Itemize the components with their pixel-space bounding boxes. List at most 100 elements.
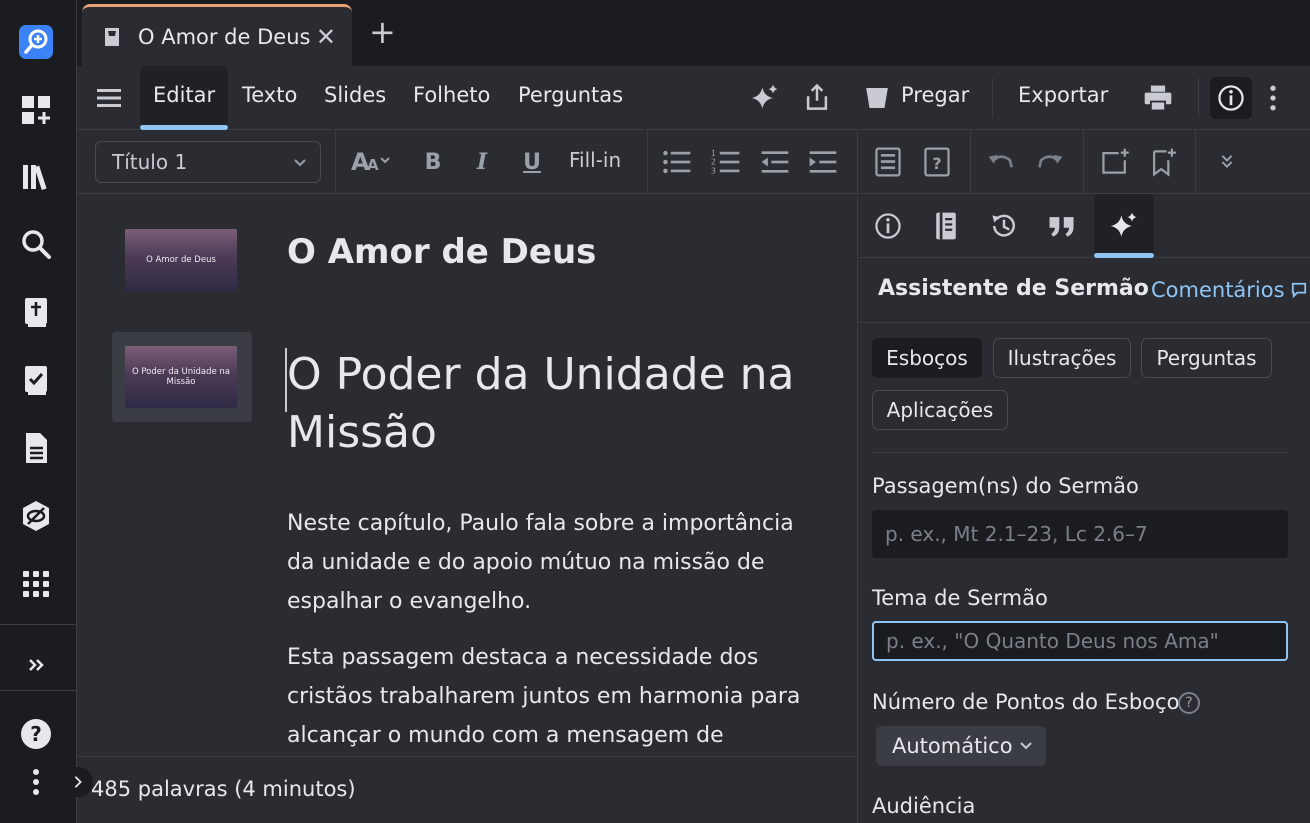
format-toolbar: Título 1 AA B I U Fill-in 123 ? — [77, 130, 1310, 194]
comment-icon — [1292, 282, 1307, 299]
chip-esbocos[interactable]: Esboços — [872, 338, 982, 378]
panel-divider — [872, 452, 1288, 453]
font-size-icon[interactable]: AA — [349, 144, 399, 180]
toolbar-divider — [335, 130, 336, 194]
document-tab[interactable]: O Amor de Deus ✕ — [82, 4, 352, 66]
share-icon[interactable] — [799, 80, 835, 116]
add-frame-icon[interactable] — [1097, 144, 1133, 180]
dashboard-add-icon[interactable] — [14, 88, 58, 132]
slide-thumbnail-text: O Amor de Deus — [146, 255, 216, 265]
help-circle-icon[interactable]: ? — [1178, 692, 1200, 714]
pulpit-icon[interactable] — [859, 80, 895, 116]
numbered-list-icon[interactable]: 123 — [708, 144, 744, 180]
undo-icon[interactable] — [983, 144, 1019, 180]
document-title[interactable]: O Amor de Deus — [287, 232, 596, 272]
svg-text:A: A — [367, 156, 379, 174]
toolbar-divider — [1195, 130, 1196, 194]
paragraph-style-value: Título 1 — [112, 150, 188, 174]
chevron-right-icon[interactable] — [63, 767, 93, 797]
chip-ilustracoes[interactable]: Ilustrações — [993, 338, 1131, 378]
add-bookmark-icon[interactable] — [1145, 144, 1181, 180]
hidden-eye-icon[interactable] — [14, 494, 58, 538]
underline-icon[interactable]: U — [514, 144, 550, 180]
passage-input[interactable] — [872, 510, 1288, 558]
indent-icon[interactable] — [805, 144, 841, 180]
double-chevron-down-icon[interactable] — [1209, 144, 1245, 180]
word-count: 485 palavras (4 minutos) — [91, 777, 356, 801]
sermon-assistant-panel: Assistente de Sermão Comentários Esboços… — [857, 194, 1310, 823]
menu-editar[interactable]: Editar — [153, 83, 215, 107]
document-icon[interactable] — [14, 426, 58, 470]
chip-aplicacoes[interactable]: Aplicações — [872, 390, 1008, 430]
passage-label: Passagem(ns) do Sermão — [872, 474, 1139, 498]
fill-in-button[interactable]: Fill-in — [569, 148, 621, 172]
paragraph-style-select[interactable]: Título 1 — [95, 141, 321, 183]
outdent-icon[interactable] — [757, 144, 793, 180]
slide-thumbnail[interactable]: O Poder da Unidade na Missão — [125, 346, 237, 408]
info-icon[interactable] — [868, 206, 908, 246]
ai-sparkle-icon[interactable] — [1104, 206, 1144, 246]
notebook-icon[interactable] — [926, 206, 966, 246]
slide-thumbnail[interactable]: O Amor de Deus — [125, 229, 237, 291]
panel-title: Assistente de Sermão — [878, 276, 1149, 301]
outline-points-select[interactable]: Automático — [876, 726, 1046, 766]
bold-icon[interactable]: B — [415, 144, 451, 180]
left-rail: ? — [0, 0, 76, 823]
menu-folheto[interactable]: Folheto — [413, 83, 490, 107]
body-paragraph[interactable]: Neste capítulo, Paulo fala sobre a impor… — [287, 504, 817, 621]
quote-icon[interactable] — [1042, 206, 1082, 246]
italic-icon[interactable]: I — [464, 144, 500, 180]
exportar-button[interactable]: Exportar — [1018, 83, 1108, 107]
comments-link[interactable]: Comentários — [1151, 278, 1307, 302]
question-box-icon[interactable]: ? — [919, 144, 955, 180]
pregar-button[interactable]: Pregar — [901, 83, 969, 107]
bible-icon[interactable] — [14, 290, 58, 334]
chevron-down-icon — [1020, 742, 1032, 750]
menu-slides[interactable]: Slides — [324, 83, 386, 107]
library-icon[interactable] — [14, 155, 58, 199]
redo-icon[interactable] — [1032, 144, 1068, 180]
more-vertical-icon[interactable] — [14, 760, 58, 804]
outline-points-label: Número de Pontos do Esboço — [872, 690, 1180, 714]
svg-text:?: ? — [932, 154, 941, 173]
section-heading[interactable]: O Poder da Unidade na Missão — [287, 346, 827, 462]
add-tab-icon[interactable]: + — [369, 16, 396, 48]
history-icon[interactable] — [984, 206, 1024, 246]
ai-sparkle-icon[interactable] — [747, 80, 783, 116]
status-bar: 485 palavras (4 minutos) — [63, 756, 857, 823]
menu-perguntas[interactable]: Perguntas — [518, 83, 623, 107]
theme-input[interactable] — [872, 621, 1288, 661]
svg-text:1: 1 — [711, 149, 716, 158]
rail-divider — [0, 624, 76, 625]
chip-perguntas[interactable]: Perguntas — [1141, 338, 1272, 378]
tab-strip: O Amor de Deus ✕ + — [77, 0, 1310, 66]
search-plus-logo-icon[interactable] — [14, 20, 58, 64]
bullet-list-icon[interactable] — [659, 144, 695, 180]
reading-plan-icon[interactable] — [14, 358, 58, 402]
help-icon[interactable]: ? — [14, 712, 58, 756]
tab-title: O Amor de Deus — [138, 24, 311, 49]
info-icon[interactable] — [1213, 80, 1249, 116]
toolbar-divider — [857, 130, 858, 194]
panel-divider — [858, 322, 1310, 323]
toolbar-divider — [970, 130, 971, 194]
apps-grid-icon[interactable] — [14, 562, 58, 606]
svg-text:?: ? — [30, 722, 42, 746]
menu-bar: Editar Texto Slides Folheto Perguntas Pr… — [77, 66, 1310, 130]
hamburger-menu-icon[interactable] — [95, 84, 123, 112]
theme-label: Tema de Sermão — [872, 586, 1048, 610]
document-editor[interactable]: O Amor de Deus O Poder da Unidade na Mis… — [77, 194, 857, 756]
body-paragraph[interactable]: Esta passagem destaca a necessidade dos … — [287, 638, 817, 755]
more-options-icon[interactable] — [1255, 80, 1291, 116]
search-icon[interactable] — [14, 222, 58, 266]
audience-label: Audiência — [872, 794, 976, 818]
print-icon[interactable] — [1140, 80, 1176, 116]
notes-icon[interactable] — [870, 144, 906, 180]
menu-texto[interactable]: Texto — [242, 83, 297, 107]
close-tab-icon[interactable]: ✕ — [316, 23, 336, 51]
slide-thumbnail-text: O Poder da Unidade na Missão — [131, 367, 231, 387]
toolbar-divider — [1083, 130, 1084, 194]
svg-text:3: 3 — [711, 167, 716, 176]
expand-rail-icon[interactable] — [14, 643, 58, 687]
rail-divider — [0, 690, 76, 691]
